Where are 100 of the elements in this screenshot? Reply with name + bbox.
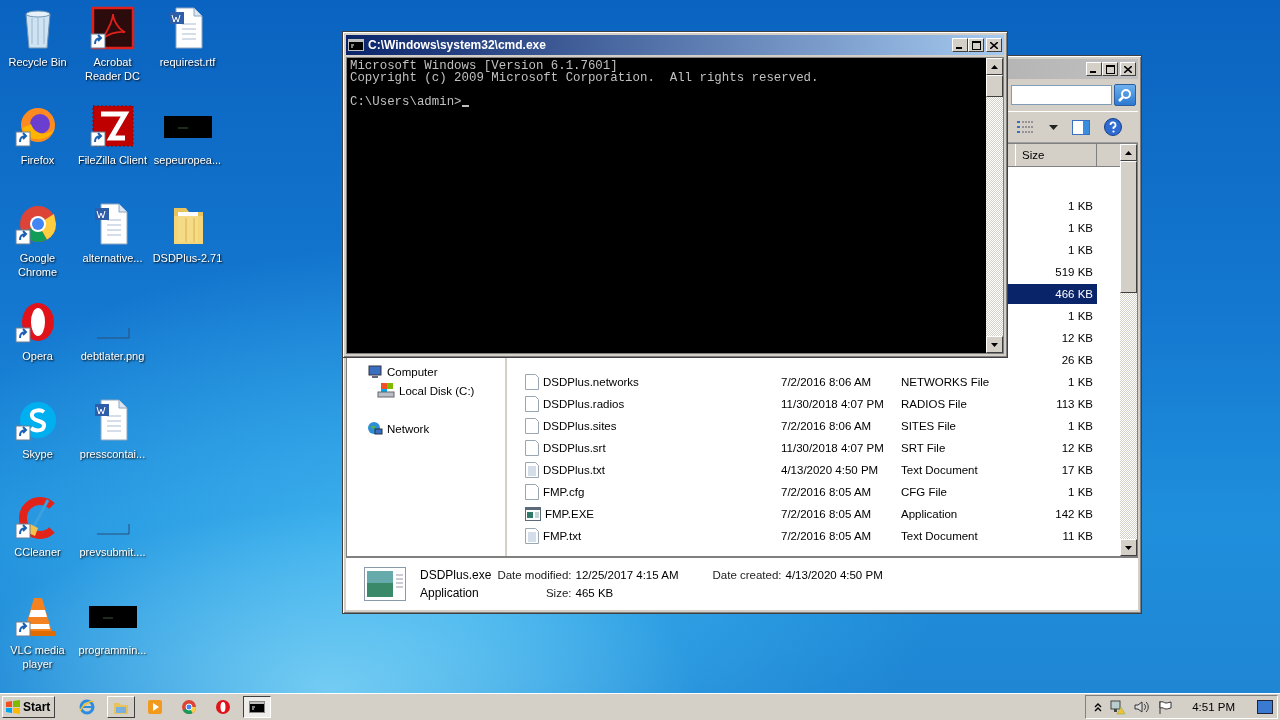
help-button[interactable] bbox=[1104, 118, 1122, 136]
file-type: NETWORKS File bbox=[900, 376, 991, 388]
file-size[interactable]: 1 KB bbox=[1007, 482, 1097, 502]
speaker-icon[interactable] bbox=[1134, 700, 1151, 714]
maximize-button[interactable] bbox=[1102, 62, 1118, 76]
network-icon[interactable] bbox=[1110, 699, 1127, 715]
browser-icon bbox=[79, 699, 96, 715]
desktop-icon-label[interactable]: Acrobat Reader DC bbox=[75, 55, 150, 83]
file-size[interactable]: 1 KB bbox=[1007, 416, 1097, 436]
date-modified: 7/2/2016 8:05 AM bbox=[780, 486, 873, 498]
search-field[interactable] bbox=[1011, 85, 1112, 105]
file-name[interactable]: FMP.txt bbox=[543, 530, 582, 542]
caret-up-icon bbox=[991, 64, 998, 69]
file-size[interactable]: 113 KB bbox=[1007, 394, 1097, 414]
desktop-icon-label[interactable]: FileZilla Client bbox=[77, 153, 148, 167]
file-icon bbox=[525, 440, 539, 456]
maximize-icon bbox=[1105, 64, 1115, 74]
scroll-up-button[interactable] bbox=[986, 58, 1003, 75]
console-output-line: Microsoft Windows [Version 6.1.7601] bbox=[350, 60, 618, 72]
application-icon bbox=[525, 507, 541, 521]
reader-app-icon[interactable] bbox=[88, 4, 137, 52]
file-name[interactable]: DSDPlus.networks bbox=[543, 376, 639, 388]
drive-icon bbox=[377, 383, 395, 398]
maximize-button[interactable] bbox=[968, 38, 984, 52]
file-name[interactable]: FMP.cfg bbox=[543, 486, 585, 498]
file-size[interactable]: 1 KB bbox=[1007, 218, 1097, 238]
desktop-icon-label[interactable]: Opera bbox=[22, 349, 53, 363]
close-icon bbox=[1124, 65, 1132, 73]
desktop-icon-label[interactable]: sepeuropea... bbox=[153, 153, 222, 167]
flag-icon[interactable] bbox=[1158, 700, 1173, 714]
desktop-icon-label[interactable]: Recycle Bin bbox=[8, 55, 67, 69]
file-size[interactable]: 1 KB bbox=[1007, 196, 1097, 216]
console-icon bbox=[348, 39, 364, 51]
view-options-button[interactable] bbox=[1017, 120, 1035, 134]
start-button[interactable]: Start bbox=[2, 696, 56, 718]
search-icon bbox=[1118, 88, 1132, 102]
date-modified: 7/2/2016 8:05 AM bbox=[780, 508, 873, 520]
desktop-icon-label[interactable]: requirest.rtf bbox=[159, 55, 216, 69]
file-size[interactable]: 1 KB bbox=[1007, 240, 1097, 260]
file-size[interactable]: 1 KB bbox=[1007, 372, 1097, 392]
column-header[interactable]: Size bbox=[1015, 144, 1097, 166]
nav-item[interactable]: Computer bbox=[347, 362, 505, 381]
chevron-up-icon[interactable] bbox=[1094, 702, 1103, 712]
taskbar-button[interactable] bbox=[243, 696, 272, 718]
scroll-down-button[interactable] bbox=[1120, 539, 1137, 556]
file-icon bbox=[525, 396, 539, 412]
date-modified: 7/2/2016 8:06 AM bbox=[780, 420, 873, 432]
file-icon bbox=[525, 418, 539, 434]
file-size[interactable]: 142 KB bbox=[1007, 504, 1097, 524]
file-size[interactable]: 11 KB bbox=[1007, 526, 1097, 546]
transfer-app-icon[interactable] bbox=[88, 102, 137, 150]
file-name[interactable]: FMP.EXE bbox=[545, 508, 594, 520]
maximize-icon bbox=[971, 40, 981, 50]
detail-label: Size: bbox=[545, 587, 572, 599]
file-size[interactable]: 12 KB bbox=[1007, 438, 1097, 458]
desktop-icon-label[interactable]: debtlater.png bbox=[80, 349, 145, 363]
windows-logo-icon bbox=[5, 700, 21, 714]
file-name[interactable]: DSDPlus.txt bbox=[543, 464, 605, 476]
file-size[interactable]: 12 KB bbox=[1007, 328, 1097, 348]
scrollbar-thumb[interactable] bbox=[1120, 161, 1137, 293]
caret-icon[interactable] bbox=[1049, 124, 1058, 130]
file-size[interactable]: 26 KB bbox=[1007, 350, 1097, 370]
file-size[interactable]: 519 KB bbox=[1007, 262, 1097, 282]
clock[interactable]: 4:51 PM bbox=[1192, 701, 1235, 713]
detail-value: 12/25/2017 4:15 AM bbox=[575, 569, 680, 581]
file-size[interactable]: 1 KB bbox=[1007, 306, 1097, 326]
desktop-icon-label[interactable]: alternative... bbox=[82, 251, 143, 265]
show-desktop-button[interactable] bbox=[1257, 700, 1273, 714]
search-button[interactable] bbox=[1114, 84, 1136, 106]
desktop-icon-label[interactable]: DSDPlus-2.71 bbox=[152, 251, 223, 265]
file-name[interactable]: DSDPlus.sites bbox=[543, 420, 617, 432]
scroll-up-button[interactable] bbox=[1120, 144, 1137, 161]
preview-pane-button[interactable] bbox=[1072, 119, 1090, 135]
caret-down-icon bbox=[1125, 545, 1132, 550]
file-name[interactable]: DSDPlus.radios bbox=[543, 398, 625, 410]
console-output-line: Copyright (c) 2009 Microsoft Corporation. All rights reserved. bbox=[350, 72, 820, 84]
close-icon bbox=[990, 41, 998, 49]
file-size[interactable]: 17 KB bbox=[1007, 460, 1097, 480]
selected-file-type: Application bbox=[420, 586, 480, 600]
file-name[interactable]: DSDPlus.srt bbox=[543, 442, 606, 454]
file-icon bbox=[525, 484, 539, 500]
detail-label: Date modified: bbox=[497, 569, 572, 581]
file-size[interactable]: 466 KB bbox=[1007, 284, 1097, 304]
file-type: SRT File bbox=[900, 442, 947, 454]
console-icon bbox=[249, 699, 266, 715]
desktop-icon-label[interactable]: Firefox bbox=[20, 153, 55, 167]
nav-item[interactable]: Network bbox=[347, 419, 505, 438]
application-icon bbox=[364, 567, 406, 601]
minimize-button[interactable] bbox=[952, 38, 968, 52]
date-modified: 7/2/2016 8:05 AM bbox=[780, 530, 873, 542]
scroll-down-button[interactable] bbox=[986, 336, 1003, 353]
close-button[interactable] bbox=[1120, 62, 1136, 76]
scrollbar-thumb[interactable] bbox=[986, 75, 1003, 97]
close-button[interactable] bbox=[986, 38, 1002, 52]
caret-down-icon bbox=[991, 342, 998, 347]
nav-item[interactable]: Local Disk (C:) bbox=[347, 381, 505, 400]
selected-file-name: DSDPlus.exe bbox=[420, 568, 493, 582]
desktop-icon-label[interactable]: Google Chrome bbox=[0, 251, 75, 279]
date-modified: 11/30/2018 4:07 PM bbox=[780, 398, 885, 410]
minimize-button[interactable] bbox=[1086, 62, 1102, 76]
